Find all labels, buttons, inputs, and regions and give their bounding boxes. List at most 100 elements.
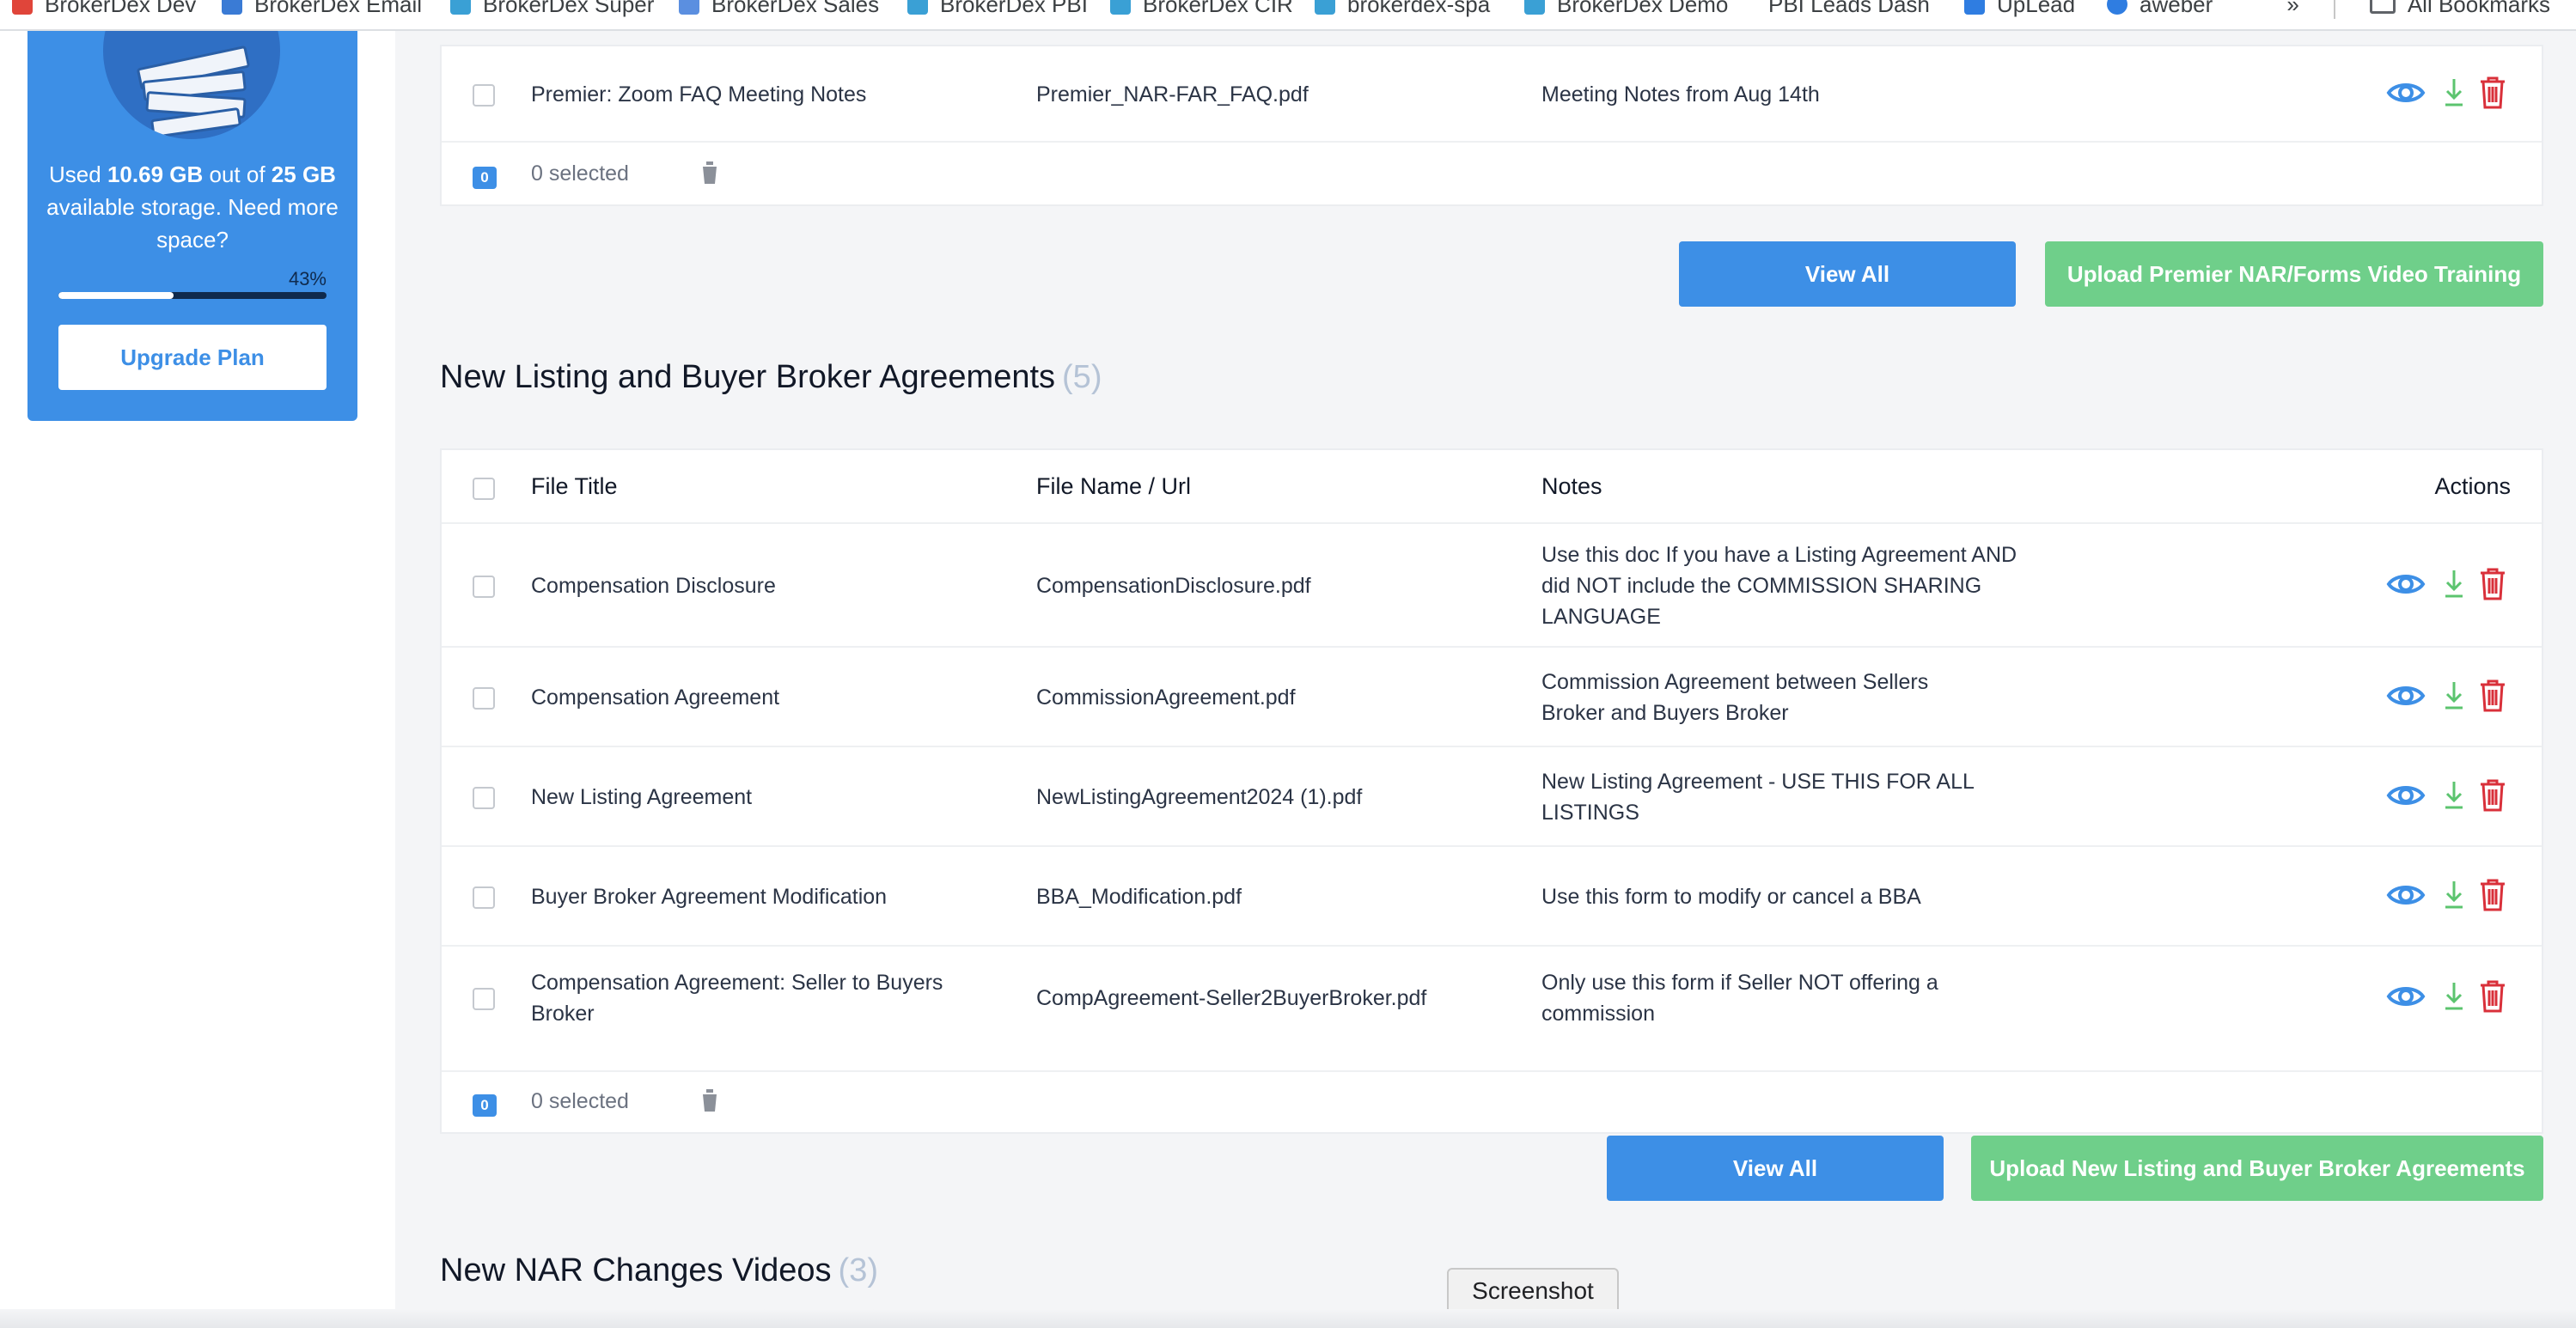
videos-section-title: New NAR Changes Videos (3) bbox=[440, 1252, 878, 1288]
storage-usage-text: Used 10.69 GB out of 25 GB available sto… bbox=[46, 161, 339, 253]
table-row: New Listing Agreement NewListingAgreemen… bbox=[442, 747, 2542, 847]
bookmark-item[interactable]: aweber bbox=[2107, 0, 2213, 19]
download-icon[interactable] bbox=[2442, 567, 2466, 601]
bookmark-item[interactable]: BrokerDex Sales bbox=[679, 0, 879, 19]
agreements-table: File Title File Name / Url Notes Actions… bbox=[440, 448, 2543, 1134]
selected-count-badge[interactable]: 0 bbox=[473, 167, 497, 189]
file-title: New Listing Agreement bbox=[531, 785, 753, 809]
row-actions bbox=[2385, 679, 2514, 713]
bookmark-item[interactable]: PBI Leads Dash bbox=[1768, 0, 1930, 19]
agreements-view-all-button[interactable]: View All bbox=[1607, 1136, 1944, 1201]
file-notes: Use this doc If you have a Listing Agree… bbox=[1541, 543, 2017, 629]
bookmark-item[interactable]: BrokerDex Email bbox=[222, 0, 422, 19]
bookmark-favicon-icon bbox=[222, 0, 242, 15]
row-checkbox[interactable] bbox=[473, 687, 495, 710]
delete-trash-icon[interactable] bbox=[2478, 878, 2507, 912]
bookmark-favicon-icon bbox=[1315, 0, 1335, 15]
selected-text: 0 selected bbox=[531, 1089, 629, 1113]
row-actions bbox=[2385, 878, 2514, 912]
download-icon[interactable] bbox=[2442, 979, 2466, 1014]
file-title: Compensation Disclosure bbox=[531, 574, 776, 598]
file-notes: Commission Agreement between Sellers Bro… bbox=[1541, 670, 1929, 725]
row-checkbox[interactable] bbox=[473, 988, 495, 1010]
premier-view-all-button[interactable]: View All bbox=[1679, 241, 2016, 307]
row-checkbox[interactable] bbox=[473, 576, 495, 598]
file-notes: Only use this form if Seller NOT offerin… bbox=[1541, 971, 1938, 1026]
select-all-checkbox[interactable] bbox=[473, 478, 495, 500]
file-notes: Use this form to modify or cancel a BBA bbox=[1541, 885, 1921, 909]
premier-upload-button[interactable]: Upload Premier NAR/Forms Video Training bbox=[2045, 241, 2543, 307]
download-icon[interactable] bbox=[2442, 778, 2466, 813]
delete-trash-icon[interactable] bbox=[2478, 567, 2507, 601]
file-title: Buyer Broker Agreement Modification bbox=[531, 885, 888, 909]
all-bookmarks-button[interactable]: All Bookmarks bbox=[2369, 0, 2550, 18]
download-icon[interactable] bbox=[2442, 76, 2466, 110]
file-name: CompensationDisclosure.pdf bbox=[1036, 574, 1311, 598]
bookmark-item[interactable]: BrokerDex Dev bbox=[12, 0, 196, 19]
bookmark-item[interactable]: UpLead bbox=[1964, 0, 2075, 19]
bulk-delete-icon[interactable] bbox=[699, 1087, 720, 1113]
bookmark-item[interactable]: brokerdex-spa bbox=[1315, 0, 1490, 19]
row-checkbox[interactable] bbox=[473, 84, 495, 107]
delete-trash-icon[interactable] bbox=[2478, 979, 2507, 1014]
storage-progress-bar bbox=[58, 292, 327, 299]
bookmarks-bar: BrokerDex Dev BrokerDex Email BrokerDex … bbox=[0, 0, 2576, 31]
bookmarks-right: » All Bookmarks bbox=[2286, 0, 2550, 19]
storage-percent: 43% bbox=[288, 268, 327, 289]
table-row: Compensation Disclosure CompensationDisc… bbox=[442, 524, 2542, 648]
file-title: Premier: Zoom FAQ Meeting Notes bbox=[531, 82, 867, 107]
bookmark-item[interactable]: BrokerDex Demo bbox=[1524, 0, 1728, 19]
file-name: NewListingAgreement2024 (1).pdf bbox=[1036, 785, 1363, 809]
download-icon[interactable] bbox=[2442, 878, 2466, 912]
delete-trash-icon[interactable] bbox=[2478, 778, 2507, 813]
agreements-section-title: New Listing and Buyer Broker Agreements(… bbox=[440, 359, 1102, 395]
delete-trash-icon[interactable] bbox=[2478, 76, 2507, 110]
view-eye-icon[interactable] bbox=[2385, 878, 2426, 912]
file-name: Premier_NAR-FAR_FAQ.pdf bbox=[1036, 82, 1309, 107]
file-title: Compensation Agreement bbox=[531, 685, 780, 710]
bookmark-favicon-icon bbox=[12, 0, 33, 15]
row-checkbox[interactable] bbox=[473, 886, 495, 909]
agreements-count: (5) bbox=[1062, 359, 1102, 395]
bookmark-favicon-icon bbox=[1964, 0, 1985, 15]
bottom-shadow bbox=[0, 1309, 2576, 1328]
file-title: Compensation Agreement: Seller to Buyers… bbox=[531, 971, 943, 1026]
header-notes: Notes bbox=[1541, 473, 1602, 499]
row-checkbox[interactable] bbox=[473, 787, 495, 809]
bookmark-item[interactable]: BrokerDex CIR bbox=[1110, 0, 1293, 19]
sidebar: Used 10.69 GB out of 25 GB available sto… bbox=[0, 31, 395, 1328]
delete-trash-icon[interactable] bbox=[2478, 679, 2507, 713]
selected-count-badge[interactable]: 0 bbox=[473, 1094, 497, 1117]
view-eye-icon[interactable] bbox=[2385, 679, 2426, 713]
selection-footer: 0 0 selected bbox=[442, 143, 2542, 206]
download-icon[interactable] bbox=[2442, 679, 2466, 713]
table-header: File Title File Name / Url Notes Actions bbox=[442, 450, 2542, 524]
agreements-upload-button[interactable]: Upload New Listing and Buyer Broker Agre… bbox=[1971, 1136, 2543, 1201]
table-row: Premier: Zoom FAQ Meeting Notes Premier_… bbox=[442, 46, 2542, 143]
file-name: CompAgreement-Seller2BuyerBroker.pdf bbox=[1036, 986, 1427, 1010]
storage-progress-fill bbox=[58, 292, 174, 299]
bookmark-favicon-icon bbox=[2107, 0, 2127, 15]
selected-text: 0 selected bbox=[531, 161, 629, 186]
bookmark-favicon-icon bbox=[907, 0, 928, 15]
bulk-delete-icon[interactable] bbox=[699, 160, 720, 186]
view-eye-icon[interactable] bbox=[2385, 979, 2426, 1014]
row-actions bbox=[2385, 76, 2514, 110]
screenshot-tooltip: Screenshot bbox=[1447, 1268, 1619, 1314]
table-row: Buyer Broker Agreement Modification BBA_… bbox=[442, 847, 2542, 947]
videos-count: (3) bbox=[838, 1252, 878, 1288]
view-eye-icon[interactable] bbox=[2385, 778, 2426, 813]
selection-footer: 0 0 selected bbox=[442, 1072, 2542, 1134]
bookmark-favicon-icon bbox=[1524, 0, 1545, 15]
view-eye-icon[interactable] bbox=[2385, 567, 2426, 601]
file-name: BBA_Modification.pdf bbox=[1036, 885, 1242, 909]
more-bookmarks-button[interactable]: » bbox=[2286, 0, 2298, 18]
bookmark-favicon-icon bbox=[679, 0, 699, 15]
upgrade-plan-button[interactable]: Upgrade Plan bbox=[58, 325, 327, 390]
header-file-name: File Name / Url bbox=[1036, 473, 1192, 499]
bookmark-item[interactable]: BrokerDex Super bbox=[450, 0, 654, 19]
bookmark-item[interactable]: BrokerDex PBI bbox=[907, 0, 1088, 19]
view-eye-icon[interactable] bbox=[2385, 76, 2426, 110]
file-name: CommissionAgreement.pdf bbox=[1036, 685, 1296, 710]
row-actions bbox=[2385, 778, 2514, 813]
